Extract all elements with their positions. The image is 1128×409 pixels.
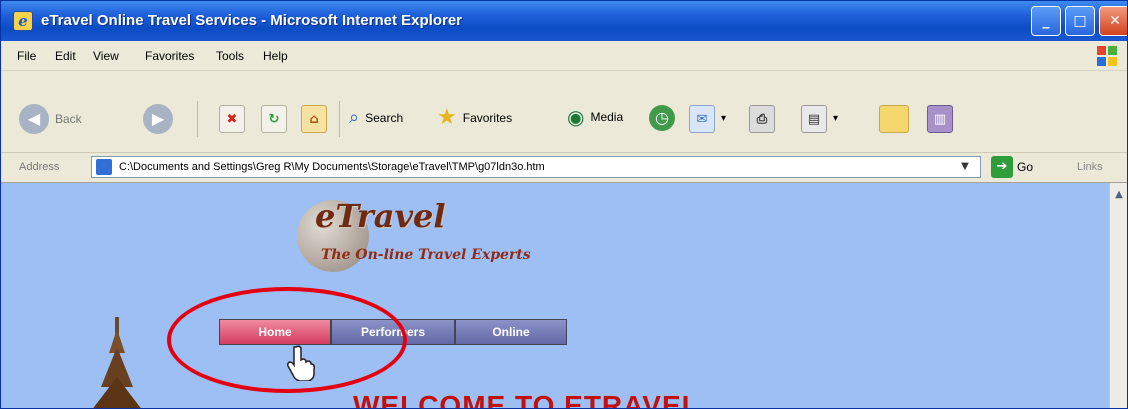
chevron-down-icon: ▾ [721, 113, 727, 124]
menu-file[interactable]: File [17, 49, 36, 63]
close-button[interactable]: ✕ [1099, 6, 1127, 36]
history-button[interactable]: ◷ [649, 105, 675, 131]
browser-window: e eTravel Online Travel Services - Micro… [0, 0, 1128, 409]
go-button[interactable]: ➔ Go [991, 156, 1033, 178]
home-toolbar-button[interactable]: ⌂ [301, 105, 327, 133]
media-label: Media [590, 110, 624, 124]
address-dropdown-icon[interactable]: ▼ [956, 158, 974, 176]
research-icon: ▥ [927, 105, 953, 133]
mail-icon: ✉ [689, 105, 715, 133]
history-icon: ◷ [649, 105, 675, 131]
folder-icon [879, 105, 909, 133]
logo-subtitle: The On-line Travel Experts [321, 247, 531, 263]
etravel-logo: eTravel The On-line Travel Experts [297, 196, 577, 286]
menu-favorites[interactable]: Favorites [145, 49, 194, 63]
go-label: Go [1017, 160, 1034, 174]
refresh-button[interactable]: ↻ [261, 105, 287, 133]
menu-view[interactable]: View [93, 49, 119, 63]
vertical-scrollbar[interactable] [1109, 183, 1127, 408]
star-icon: ★ [437, 105, 457, 130]
media-button[interactable]: ◉ Media [567, 107, 623, 127]
title-bar: e eTravel Online Travel Services - Micro… [1, 1, 1127, 41]
back-label: Back [55, 112, 82, 126]
search-button[interactable]: ⌕ Search [349, 109, 403, 127]
minimize-button[interactable]: _ [1031, 6, 1061, 36]
media-icon: ◉ [567, 105, 585, 129]
ie-icon: e [13, 11, 33, 31]
printer-icon: ⎙ [749, 105, 775, 133]
nav-online[interactable]: Online [455, 319, 567, 345]
links-label[interactable]: Links [1077, 161, 1103, 174]
go-arrow-icon: ➔ [991, 156, 1013, 178]
toolbar-separator [339, 101, 340, 137]
address-url[interactable]: C:\Documents and Settings\Greg R\My Docu… [119, 160, 545, 174]
edit-page-icon: ▤ [801, 105, 827, 133]
window-title: eTravel Online Travel Services - Microso… [41, 12, 462, 29]
forward-button[interactable]: ▶ [143, 104, 173, 134]
print-button[interactable]: ⎙ [749, 105, 775, 133]
logo-title: eTravel [315, 197, 446, 235]
back-button[interactable]: ◀ Back [19, 104, 82, 134]
home-icon: ⌂ [301, 105, 327, 133]
forward-arrow-icon: ▶ [143, 104, 173, 134]
tower-image [93, 317, 141, 408]
menu-help[interactable]: Help [263, 49, 288, 63]
welcome-heading: WELCOME TO ETRAVEL [353, 390, 700, 409]
folder-button[interactable] [879, 105, 909, 133]
search-label: Search [365, 111, 404, 125]
research-button[interactable]: ▥ [927, 105, 953, 133]
mail-button[interactable]: ✉ ▾ [689, 105, 726, 133]
windows-flag-icon [1097, 46, 1117, 66]
search-icon: ⌕ [349, 107, 360, 128]
stop-button[interactable]: ✖ [219, 105, 245, 133]
stop-icon: ✖ [219, 105, 245, 133]
favorites-button[interactable]: ★ Favorites [437, 107, 512, 129]
scroll-up-icon[interactable]: ▲ [1111, 187, 1127, 203]
page-icon [96, 159, 112, 175]
refresh-icon: ↻ [261, 105, 287, 133]
toolbar-separator [197, 101, 198, 137]
menu-tools[interactable]: Tools [216, 49, 244, 63]
menu-edit[interactable]: Edit [55, 49, 76, 63]
address-label: Address [19, 161, 60, 173]
chevron-down-icon: ▾ [833, 113, 839, 124]
menu-bar: File Edit View Favorites Tools Help [1, 41, 1127, 71]
hand-cursor-icon [287, 345, 315, 381]
edit-button[interactable]: ▤ ▾ [801, 105, 838, 133]
maximize-button[interactable]: □ [1065, 6, 1095, 36]
favorites-label: Favorites [462, 111, 513, 125]
back-arrow-icon: ◀ [19, 104, 49, 134]
